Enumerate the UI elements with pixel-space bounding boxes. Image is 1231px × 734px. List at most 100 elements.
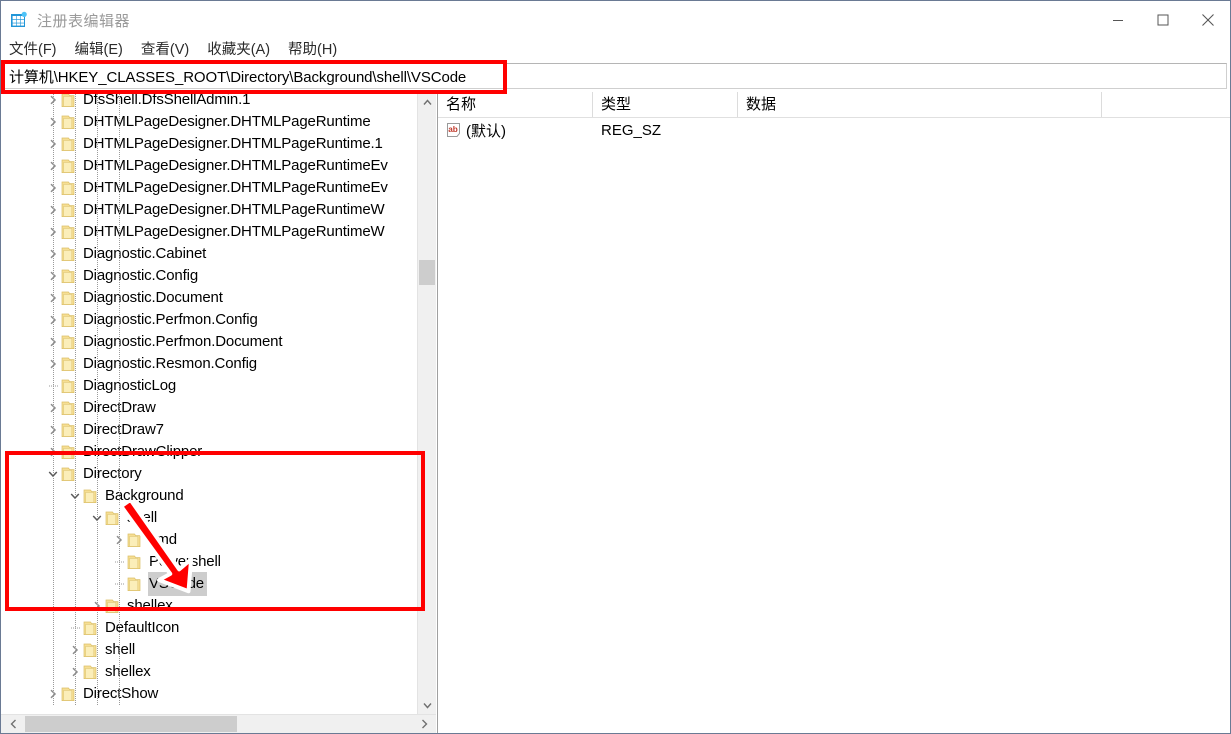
tree-node-label: DefaultIcon [105, 619, 180, 636]
values-list[interactable]: ab (默认) REG_SZ [438, 118, 1230, 733]
tree-node[interactable]: Diagnostic.Config [1, 265, 418, 287]
folder-icon [61, 246, 75, 262]
folder-icon [61, 686, 75, 702]
window-title: 注册表编辑器 [37, 12, 131, 30]
tree-node-label: Background [105, 487, 184, 504]
tree-node[interactable]: Background [1, 485, 418, 507]
scroll-down-icon[interactable] [418, 696, 436, 714]
scroll-up-icon[interactable] [418, 93, 436, 111]
maximize-button[interactable] [1140, 1, 1185, 39]
tree-node[interactable]: Powershell [1, 551, 418, 573]
value-name-text: (默认) [466, 122, 506, 140]
menu-item-edit[interactable]: 编辑(E) [75, 39, 132, 61]
registry-path-input[interactable]: 计算机\HKEY_CLASSES_ROOT\Directory\Backgrou… [4, 63, 1227, 89]
tree-node[interactable]: DirectDraw [1, 397, 418, 419]
menu-item-favorites[interactable]: 收藏夹(A) [207, 39, 279, 61]
tree-node[interactable]: DHTMLPageDesigner.DHTMLPageRuntimeEv [1, 155, 418, 177]
registry-values-pane: 名称 类型 数据 ab (默认) REG_SZ [437, 92, 1230, 733]
tree-node[interactable]: Diagnostic.Resmon.Config [1, 353, 418, 375]
tree-node[interactable]: Diagnostic.Document [1, 287, 418, 309]
tree-node-label: DHTMLPageDesigner.DHTMLPageRuntimeEv [83, 179, 388, 196]
tree-node-label: DirectDrawClipper [83, 443, 203, 460]
tree-node[interactable]: shell [1, 639, 418, 661]
tree-node-label: shell [127, 509, 158, 526]
folder-icon [61, 378, 75, 394]
values-column-header: 名称 类型 数据 [438, 92, 1230, 118]
tree-node-label: DHTMLPageDesigner.DHTMLPageRuntime [83, 113, 371, 130]
tree-node[interactable]: DHTMLPageDesigner.DHTMLPageRuntimeW [1, 221, 418, 243]
value-type-cell: REG_SZ [601, 121, 662, 139]
scroll-left-icon[interactable] [3, 715, 23, 733]
value-row[interactable]: ab (默认) REG_SZ [438, 118, 1230, 142]
tree-node[interactable]: Diagnostic.Perfmon.Document [1, 331, 418, 353]
folder-icon [105, 510, 119, 526]
tree-horizontal-scrollbar[interactable] [1, 714, 436, 733]
tree-node[interactable]: DirectDrawClipper [1, 441, 418, 463]
registry-tree[interactable]: DfsShell.DfsShellAdmin.1 DHTMLPageDesigne… [1, 93, 418, 705]
folder-icon [83, 488, 97, 504]
folder-icon [61, 136, 75, 152]
folder-icon [127, 532, 141, 548]
folder-icon [127, 576, 141, 592]
tree-node-label: Powershell [149, 553, 221, 570]
tree-node[interactable]: DHTMLPageDesigner.DHTMLPageRuntime.1 [1, 133, 418, 155]
tree-node[interactable]: DefaultIcon [1, 617, 418, 639]
column-header-data[interactable]: 数据 [738, 92, 1102, 117]
tree-node-label: Diagnostic.Cabinet [83, 245, 207, 262]
svg-text:ab: ab [448, 124, 458, 133]
close-button[interactable] [1185, 1, 1230, 39]
folder-icon [61, 202, 75, 218]
tree-vertical-scrollbar[interactable] [417, 93, 436, 714]
folder-icon [105, 598, 119, 614]
tree-node[interactable]: DirectDraw7 [1, 419, 418, 441]
title-bar[interactable]: 注册表编辑器 [1, 1, 1230, 39]
column-header-type[interactable]: 类型 [593, 92, 738, 117]
tree-node[interactable]: DiagnosticLog [1, 375, 418, 397]
folder-icon [61, 466, 75, 482]
tree-node[interactable]: Diagnostic.Cabinet [1, 243, 418, 265]
string-value-icon: ab [446, 122, 463, 139]
folder-icon [61, 312, 75, 328]
tree-node[interactable]: Directory [1, 463, 418, 485]
folder-icon [61, 444, 75, 460]
folder-icon [61, 114, 75, 130]
tree-node-label: Diagnostic.Document [83, 289, 223, 306]
tree-node[interactable]: cmd [1, 529, 418, 551]
scroll-right-icon[interactable] [414, 715, 434, 733]
menu-item-view[interactable]: 查看(V) [141, 39, 198, 61]
tree-node[interactable]: DHTMLPageDesigner.DHTMLPageRuntimeEv [1, 177, 418, 199]
tree-node-label: shellex [127, 597, 173, 614]
tree-node[interactable]: DirectShow [1, 683, 418, 705]
tree-node[interactable]: shell [1, 507, 418, 529]
tree-node-label: Diagnostic.Perfmon.Config [83, 311, 258, 328]
folder-icon [127, 554, 141, 570]
tree-guide-line [97, 93, 99, 705]
column-header-name[interactable]: 名称 [438, 92, 593, 117]
folder-icon [61, 158, 75, 174]
folder-icon [61, 93, 75, 108]
folder-icon [61, 290, 75, 306]
tree-node-label: cmd [149, 531, 177, 548]
tree-node-selected[interactable]: VSCode [1, 572, 418, 596]
folder-icon [61, 422, 75, 438]
menu-item-file[interactable]: 文件(F) [9, 39, 66, 61]
tree-node[interactable]: DHTMLPageDesigner.DHTMLPageRuntime [1, 111, 418, 133]
folder-icon [61, 268, 75, 284]
folder-icon [83, 664, 97, 680]
tree-vertical-scroll-thumb[interactable] [419, 260, 435, 285]
tree-node-label: DHTMLPageDesigner.DHTMLPageRuntime.1 [83, 135, 383, 152]
tree-guide-line [75, 93, 77, 705]
menu-item-help[interactable]: 帮助(H) [288, 39, 346, 61]
tree-node-label: DHTMLPageDesigner.DHTMLPageRuntimeW [83, 201, 385, 218]
tree-node[interactable]: shellex [1, 595, 418, 617]
registry-tree-area: DfsShell.DfsShellAdmin.1 DHTMLPageDesigne… [1, 92, 436, 714]
tree-horizontal-scroll-thumb[interactable] [25, 716, 237, 732]
registry-editor-icon [10, 11, 28, 29]
tree-node[interactable]: Diagnostic.Perfmon.Config [1, 309, 418, 331]
tree-node[interactable]: DHTMLPageDesigner.DHTMLPageRuntimeW [1, 199, 418, 221]
folder-icon [61, 356, 75, 372]
tree-node[interactable]: DfsShell.DfsShellAdmin.1 [1, 93, 418, 111]
tree-node-label: DirectDraw7 [83, 421, 164, 438]
minimize-button[interactable] [1095, 1, 1140, 39]
tree-node[interactable]: shellex [1, 661, 418, 683]
